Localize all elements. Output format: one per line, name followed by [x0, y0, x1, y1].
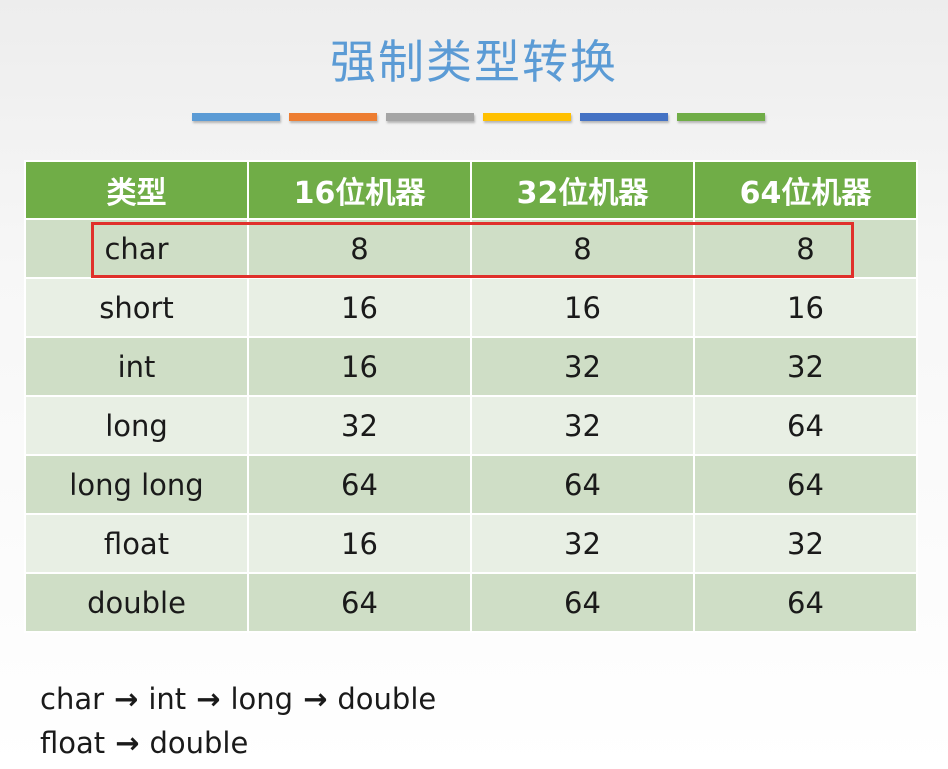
right-arrow-icon: → — [115, 726, 140, 760]
size-cell: 64 — [693, 395, 918, 456]
type-cell: short — [24, 277, 249, 338]
chain-item: int — [148, 682, 187, 716]
header-16bit: 16位机器 — [247, 160, 472, 220]
table-row: char 8 8 8 — [24, 218, 918, 279]
type-size-table: 类型 16位机器 32位机器 64位机器 char 8 8 8 short 16… — [24, 160, 918, 633]
right-arrow-icon: → — [196, 682, 221, 716]
accent-bar-orange — [289, 113, 377, 121]
size-cell: 16 — [470, 277, 695, 338]
type-cell: double — [24, 572, 249, 633]
table-row: int 16 32 32 — [24, 336, 918, 397]
header-64bit: 64位机器 — [693, 160, 918, 220]
size-cell: 16 — [247, 513, 472, 574]
table-row: short 16 16 16 — [24, 277, 918, 338]
size-cell: 8 — [247, 218, 472, 279]
size-cell: 32 — [693, 513, 918, 574]
header-32bit: 32位机器 — [470, 160, 695, 220]
size-cell: 8 — [693, 218, 918, 279]
header-type: 类型 — [24, 160, 249, 220]
type-cell: long long — [24, 454, 249, 515]
size-cell: 16 — [693, 277, 918, 338]
size-cell: 16 — [247, 336, 472, 397]
accent-bar-green — [677, 113, 765, 121]
table-row: long long 64 64 64 — [24, 454, 918, 515]
table-header-row: 类型 16位机器 32位机器 64位机器 — [24, 160, 918, 220]
size-cell: 64 — [693, 454, 918, 515]
accent-bar-dark-blue — [580, 113, 668, 121]
size-cell: 64 — [247, 572, 472, 633]
right-arrow-icon: → — [114, 682, 139, 716]
size-cell: 32 — [470, 513, 695, 574]
accent-bar-blue — [192, 113, 280, 121]
table-row: long 32 32 64 — [24, 395, 918, 456]
size-cell: 64 — [470, 572, 695, 633]
type-cell: char — [24, 218, 249, 279]
type-cell: int — [24, 336, 249, 397]
table-row: float 16 32 32 — [24, 513, 918, 574]
type-cell: float — [24, 513, 249, 574]
chain-item: double — [149, 726, 249, 760]
size-cell: 64 — [247, 454, 472, 515]
chain-item: char — [40, 682, 105, 716]
type-cell: long — [24, 395, 249, 456]
size-cell: 64 — [470, 454, 695, 515]
right-arrow-icon: → — [303, 682, 328, 716]
accent-color-bar — [192, 113, 765, 121]
conversion-chain-float: float → double — [40, 726, 248, 760]
chain-item: long — [230, 682, 294, 716]
size-cell: 16 — [247, 277, 472, 338]
size-cell: 32 — [470, 336, 695, 397]
chain-item: double — [337, 682, 437, 716]
chain-item: float — [40, 726, 106, 760]
size-cell: 32 — [247, 395, 472, 456]
size-cell: 8 — [470, 218, 695, 279]
table-row: double 64 64 64 — [24, 572, 918, 633]
size-cell: 32 — [693, 336, 918, 397]
accent-bar-gray — [386, 113, 474, 121]
conversion-chain-integer: char → int → long → double — [40, 682, 436, 716]
slide-title: 强制类型转换 — [330, 35, 618, 89]
size-cell: 32 — [470, 395, 695, 456]
accent-bar-yellow — [483, 113, 571, 121]
size-cell: 64 — [693, 572, 918, 633]
